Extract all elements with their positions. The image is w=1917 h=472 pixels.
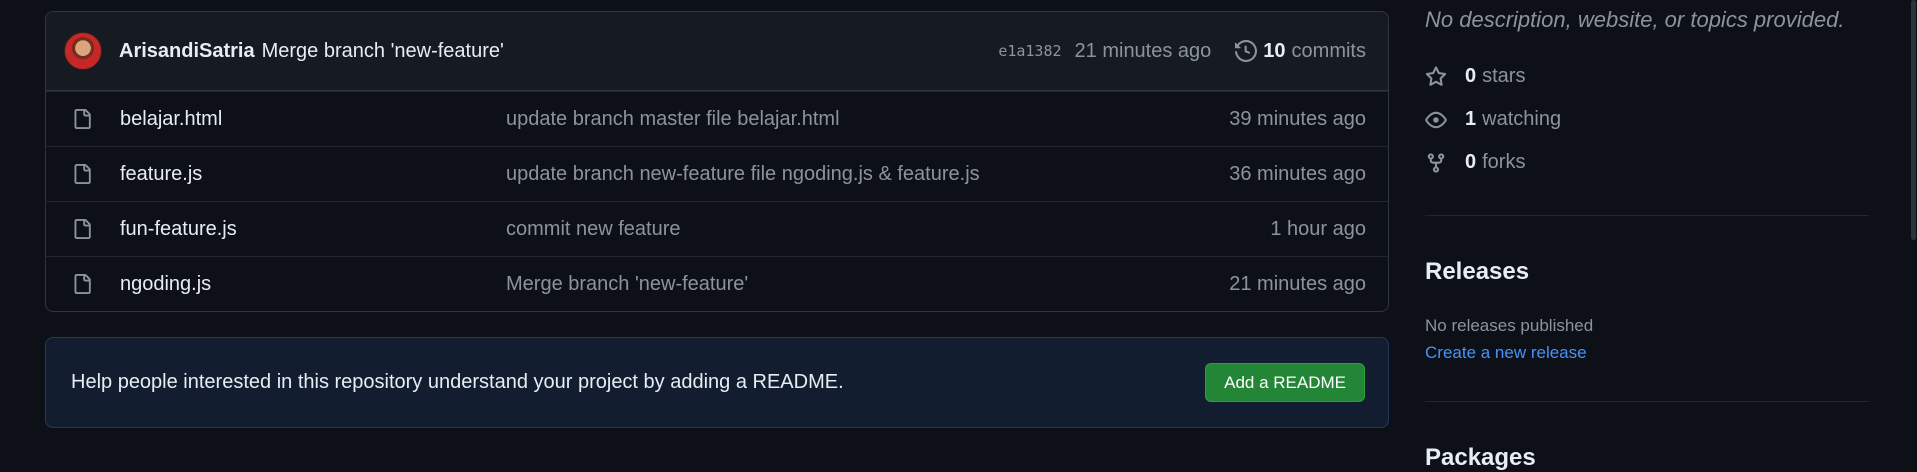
fork-icon [1427, 152, 1445, 173]
file-commit-message[interactable]: update branch new-feature file ngoding.j… [506, 163, 1229, 186]
commit-sha[interactable]: e1a1382 [998, 42, 1061, 60]
file-row[interactable]: belajar.html update branch master file b… [46, 91, 1388, 146]
latest-commit-bar: ArisandiSatria Merge branch 'new-feature… [46, 12, 1388, 91]
create-release-link[interactable]: Create a new release [1425, 343, 1587, 363]
forks-link[interactable]: 0 forks [1425, 151, 1525, 174]
stars-count: 0 [1465, 65, 1477, 87]
watching-label: watching [1482, 108, 1562, 130]
scrollbar[interactable] [1910, 0, 1917, 465]
repo-main: ArisandiSatria Merge branch 'new-feature… [45, 11, 1389, 428]
file-icon [74, 274, 91, 294]
file-commit-message[interactable]: commit new feature [506, 218, 1270, 241]
sidebar-divider [1425, 401, 1869, 402]
eye-icon [1425, 111, 1447, 128]
stars-label: stars [1482, 65, 1526, 87]
no-releases-text: No releases published [1425, 316, 1594, 335]
file-commit-message[interactable]: update branch master file belajar.html [506, 108, 1229, 131]
file-icon [74, 109, 91, 129]
star-icon [1425, 65, 1447, 86]
file-name[interactable]: ngoding.js [120, 273, 506, 296]
avatar[interactable] [64, 32, 102, 70]
file-list-box: ArisandiSatria Merge branch 'new-feature… [45, 11, 1389, 312]
file-row[interactable]: feature.js update branch new-feature fil… [46, 146, 1388, 201]
history-icon [1235, 40, 1258, 62]
packages-heading[interactable]: Packages [1425, 444, 1536, 472]
commit-time: 21 minutes ago [1074, 39, 1212, 62]
forks-label: forks [1482, 151, 1526, 173]
file-commit-message[interactable]: Merge branch 'new-feature' [506, 273, 1229, 296]
file-row[interactable]: ngoding.js Merge branch 'new-feature' 21… [46, 256, 1388, 311]
commits-label: commits [1291, 39, 1366, 62]
commit-message[interactable]: Merge branch 'new-feature' [262, 40, 504, 63]
commit-author[interactable]: ArisandiSatria [119, 40, 255, 63]
forks-count: 0 [1465, 151, 1477, 173]
add-readme-button[interactable]: Add a README [1205, 363, 1365, 402]
file-row[interactable]: fun-feature.js commit new feature 1 hour… [46, 201, 1388, 256]
file-age: 39 minutes ago [1229, 107, 1366, 130]
repo-description: No description, website, or topics provi… [1425, 7, 1845, 32]
watching-link[interactable]: 1 watching [1425, 108, 1561, 131]
sidebar-divider [1425, 215, 1869, 216]
file-icon [74, 219, 91, 239]
file-name[interactable]: fun-feature.js [120, 218, 506, 241]
commit-count: 10 [1263, 39, 1286, 62]
watching-count: 1 [1465, 108, 1477, 130]
scrollbar-thumb[interactable] [1911, 0, 1916, 240]
readme-prompt: Help people interested in this repositor… [45, 337, 1389, 428]
file-icon [74, 164, 91, 184]
readme-prompt-text: Help people interested in this repositor… [71, 371, 844, 393]
file-name[interactable]: feature.js [120, 163, 506, 186]
stars-link[interactable]: 0 stars [1425, 65, 1525, 88]
file-age: 1 hour ago [1270, 217, 1366, 240]
file-age: 36 minutes ago [1229, 162, 1366, 185]
commits-link[interactable]: 10 commits [1235, 40, 1366, 63]
releases-heading[interactable]: Releases [1425, 258, 1529, 286]
file-age: 21 minutes ago [1229, 272, 1366, 295]
file-name[interactable]: belajar.html [120, 108, 506, 131]
